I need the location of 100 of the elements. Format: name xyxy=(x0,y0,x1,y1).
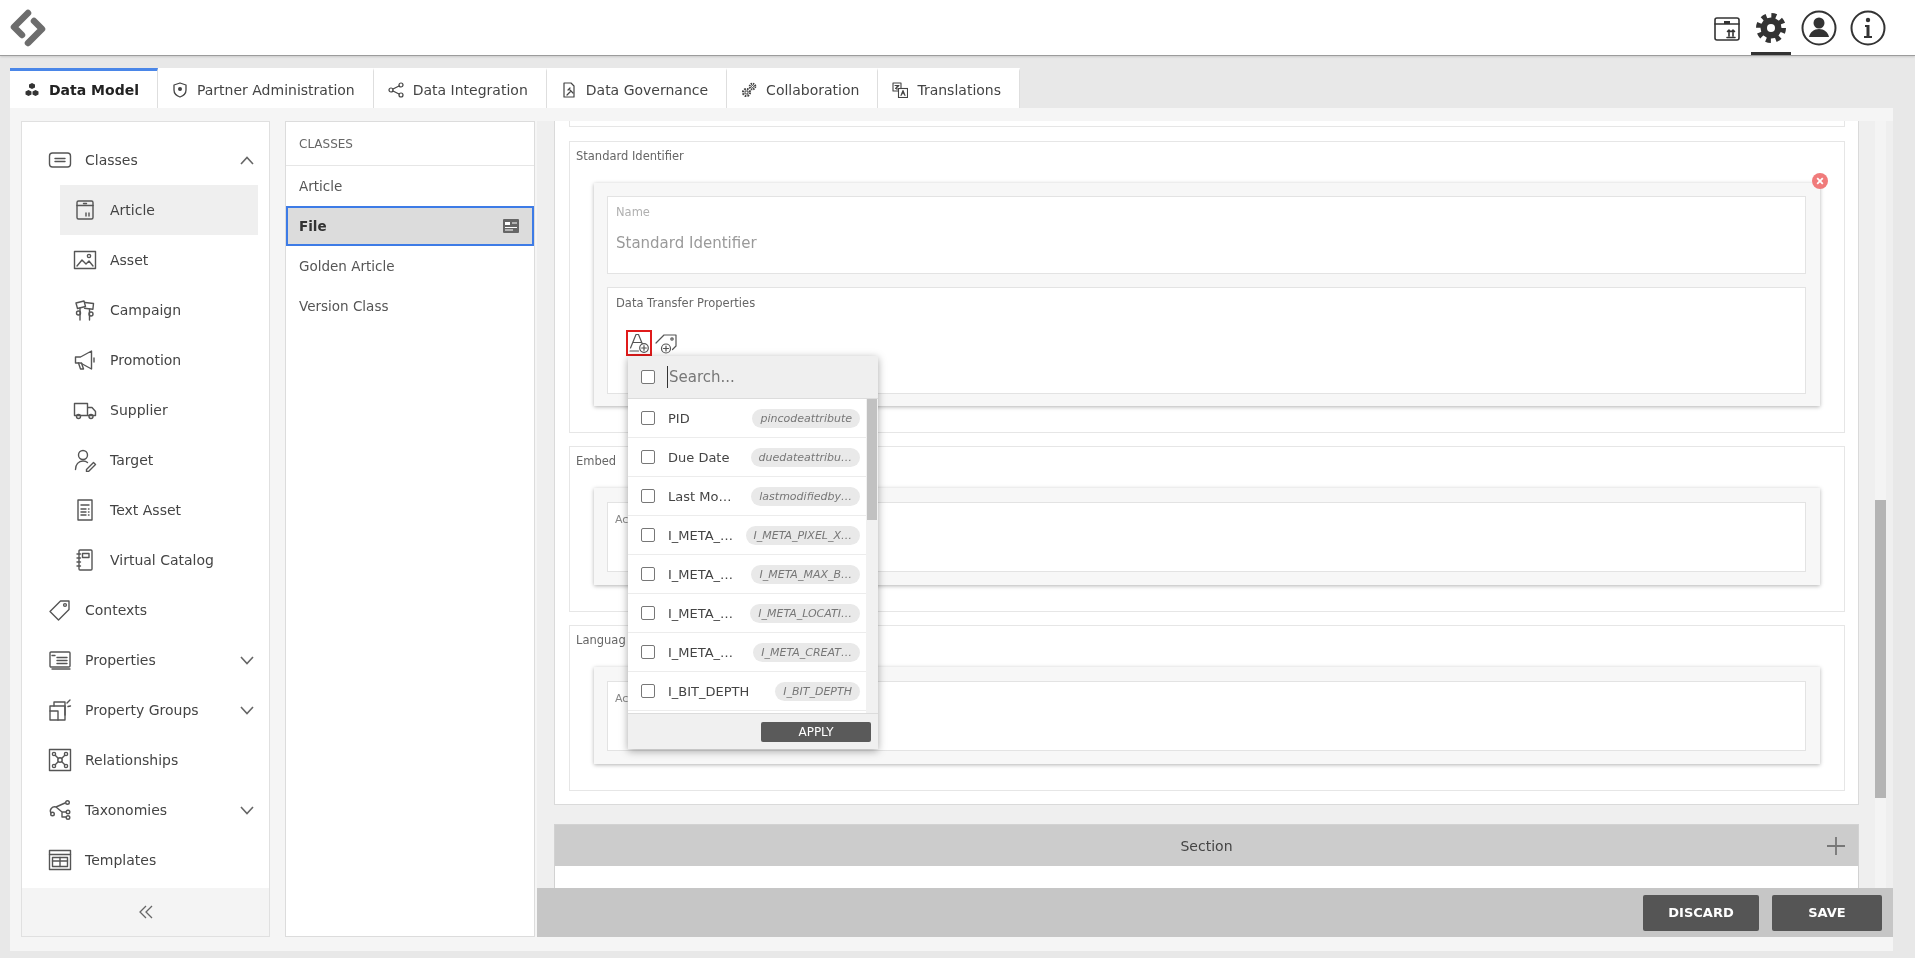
attribute-tag: I_META_CREAT… xyxy=(753,642,860,662)
attribute-option[interactable]: I_META_… I_META_LOCATI… xyxy=(628,594,866,633)
chevron-down-icon[interactable] xyxy=(240,655,254,665)
scrollbar-thumb[interactable] xyxy=(1875,500,1886,798)
apply-button[interactable]: APPLY xyxy=(761,721,871,742)
chevron-down-icon[interactable] xyxy=(240,705,254,715)
option-label: I_META_… xyxy=(668,566,734,582)
chevron-up-icon[interactable] xyxy=(240,155,254,165)
sidebar-item[interactable]: Virtual Catalog xyxy=(60,535,258,585)
network-icon xyxy=(48,748,72,772)
scrollbar[interactable] xyxy=(1875,121,1886,888)
class-item[interactable]: Golden Article xyxy=(286,246,534,286)
checkbox[interactable] xyxy=(641,567,655,581)
form-icon[interactable] xyxy=(502,218,520,234)
add-attribute-button[interactable] xyxy=(626,330,652,356)
plus-icon[interactable] xyxy=(1826,835,1846,856)
layout-icon xyxy=(48,848,72,872)
tab[interactable]: Collaboration xyxy=(727,68,879,108)
hierarchy-icon xyxy=(48,798,72,822)
sidebar-item[interactable]: Relationships xyxy=(22,735,269,785)
attribute-option[interactable]: PID pincodeattribute xyxy=(628,399,866,438)
signs-icon xyxy=(73,298,97,322)
sidebar-item[interactable]: Classes xyxy=(22,135,269,185)
document-icon xyxy=(560,81,577,98)
field-label: Ac xyxy=(615,692,629,705)
sidebar-item[interactable]: Contexts xyxy=(22,585,269,635)
attribute-option[interactable]: Due Date duedateattribu… xyxy=(628,438,866,477)
attribute-tag: I_META_LOCATI… xyxy=(750,603,860,623)
sidebar-item[interactable]: Templates xyxy=(22,835,269,885)
tab[interactable]: Data Integration xyxy=(373,68,547,108)
person-pencil-icon xyxy=(73,448,97,472)
class-item[interactable]: File xyxy=(286,206,534,246)
close-icon[interactable] xyxy=(1812,173,1828,189)
option-label: PID xyxy=(668,410,690,426)
option-label: I_BIT_DEPTH xyxy=(668,683,750,699)
attribute-tag: I_BIT_DEPTH xyxy=(775,681,860,701)
select-all-checkbox[interactable] xyxy=(641,370,655,384)
attribute-tag: lastmodifiedby… xyxy=(751,486,860,506)
section-title: Section xyxy=(1180,837,1233,854)
sidebar-item[interactable]: Properties xyxy=(22,635,269,685)
group-label: Embed xyxy=(576,454,617,468)
user-icon xyxy=(1801,9,1837,46)
sidebar-item[interactable]: Asset xyxy=(60,235,258,285)
translate-icon xyxy=(892,81,909,98)
attribute-option[interactable]: I_META_… I_META_MAX_B… xyxy=(628,555,866,594)
attribute-tag: I_META_PIXEL_X… xyxy=(745,525,860,545)
group-label: Standard Identifier xyxy=(576,149,684,163)
stacked-boxes-icon xyxy=(48,698,72,722)
option-label: Due Date xyxy=(668,449,730,465)
attribute-tag: pincodeattribute xyxy=(752,408,860,428)
search-bar[interactable]: Search... xyxy=(628,356,878,399)
checkbox[interactable] xyxy=(641,684,655,698)
tab[interactable]: Partner Administration xyxy=(157,68,374,108)
option-label: I_META_… xyxy=(668,527,734,543)
discard-button[interactable]: DISCARD xyxy=(1643,894,1759,931)
package-icon xyxy=(73,198,97,222)
field-label: Name xyxy=(616,204,650,220)
nodes-icon xyxy=(387,81,404,98)
double-chevron-left-icon xyxy=(138,905,153,919)
attribute-tag: I_META_MAX_B… xyxy=(751,564,860,584)
attribute-option[interactable]: I_META_… I_META_PIXEL_X… xyxy=(628,516,866,555)
chevron-down-icon[interactable] xyxy=(240,805,254,815)
cubes-icon xyxy=(24,81,40,98)
checkbox[interactable] xyxy=(641,606,655,620)
class-item[interactable]: Article xyxy=(286,166,534,206)
class-item[interactable]: Version Class xyxy=(286,286,534,326)
scrollbar-thumb[interactable] xyxy=(867,399,877,520)
sidebar-item[interactable]: Text Asset xyxy=(60,485,258,535)
shield-icon xyxy=(171,81,188,98)
sidebar-item[interactable]: Supplier xyxy=(60,385,258,435)
sidebar-item[interactable]: Property Groups xyxy=(22,685,269,735)
save-button[interactable]: SAVE xyxy=(1772,894,1882,931)
sidebar-item[interactable]: Promotion xyxy=(60,335,258,385)
sidebar-item[interactable]: Campaign xyxy=(60,285,258,335)
panel-label: Data Transfer Properties xyxy=(616,295,757,311)
sidebar-item[interactable]: Article xyxy=(60,185,258,235)
tab[interactable]: Data Governance xyxy=(546,68,728,108)
scrollbar[interactable] xyxy=(866,399,878,713)
gears-icon xyxy=(741,81,758,98)
tab[interactable]: Data Model xyxy=(10,68,158,108)
checkbox[interactable] xyxy=(641,645,655,659)
card-list-icon xyxy=(48,648,72,672)
attribute-option[interactable]: I_BIT_DEPTH I_BIT_DEPTH xyxy=(628,672,866,711)
search-field[interactable]: Search... xyxy=(667,366,839,388)
letter-a-plus-icon xyxy=(629,333,649,353)
attribute-option[interactable]: I_META_… I_META_CREAT… xyxy=(628,633,866,672)
attribute-option[interactable]: Last Mo… lastmodifiedby… xyxy=(628,477,866,516)
image-icon xyxy=(73,248,97,272)
option-label: I_META_… xyxy=(668,605,734,621)
attribute-tag: duedateattribu… xyxy=(750,447,860,467)
info-icon xyxy=(1850,9,1886,46)
tab[interactable]: Translations xyxy=(878,68,1020,108)
tag-icon xyxy=(48,598,72,622)
sidebar-item[interactable]: Target xyxy=(60,435,258,485)
sidebar-item[interactable]: Taxonomies xyxy=(22,785,269,835)
checkbox[interactable] xyxy=(641,411,655,425)
checkbox[interactable] xyxy=(641,450,655,464)
checkbox[interactable] xyxy=(641,489,655,503)
checkbox[interactable] xyxy=(641,528,655,542)
settings-icon xyxy=(1754,10,1788,45)
